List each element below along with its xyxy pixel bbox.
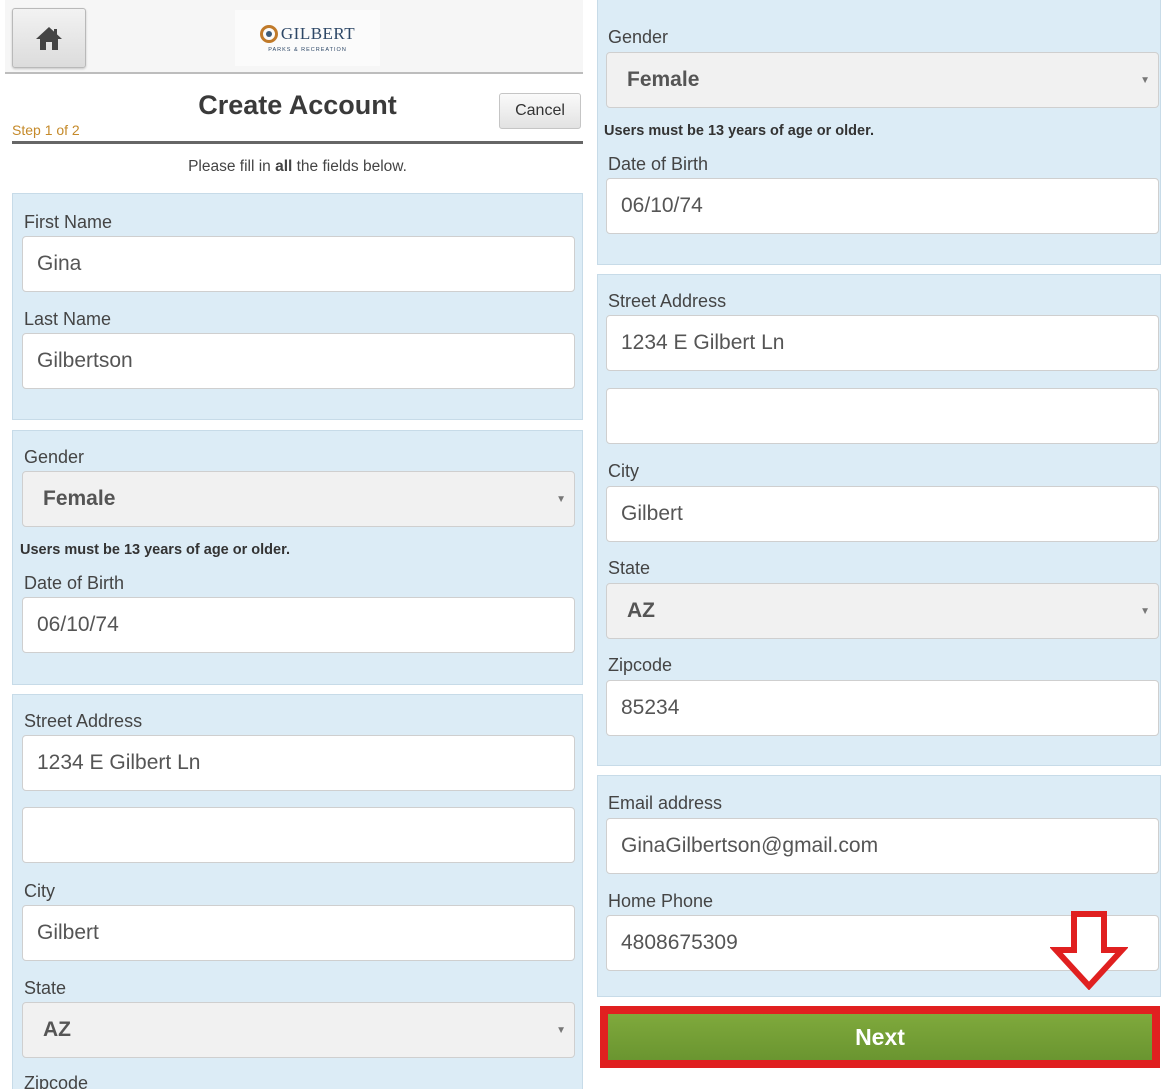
city-label: City [608, 461, 639, 481]
state-select[interactable]: AZ ▼ [22, 1002, 575, 1058]
age-requirement-note: Users must be 13 years of age or older. [20, 542, 290, 558]
street-address-input[interactable]: 1234 E Gilbert Ln [606, 315, 1159, 371]
state-selected-value: AZ [43, 1018, 71, 1041]
chevron-down-icon: ▼ [1140, 606, 1150, 617]
dob-input[interactable]: 06/10/74 [22, 597, 575, 653]
street-address-label: Street Address [608, 291, 727, 311]
gender-dob-section-scrolled: Gender Female ▼ Users must be 13 years o… [597, 0, 1161, 265]
city-input[interactable]: Gilbert [22, 905, 575, 961]
instructions-post: the fields below. [292, 158, 407, 175]
zipcode-label: Zipcode [608, 655, 673, 675]
email-label: Email address [608, 793, 723, 813]
chevron-down-icon: ▼ [556, 1025, 566, 1036]
left-screenshot-panel: GILBERT PARKS & RECREATION Create Accoun… [0, 0, 588, 1089]
city-input[interactable]: Gilbert [606, 486, 1159, 542]
city-label: City [24, 881, 55, 901]
address-section: Street Address 1234 E Gilbert Ln City Gi… [12, 694, 583, 1089]
dob-label: Date of Birth [608, 154, 709, 174]
dob-label: Date of Birth [24, 573, 125, 593]
cancel-button[interactable]: Cancel [499, 93, 581, 129]
age-requirement-note: Users must be 13 years of age or older. [604, 123, 874, 139]
chevron-down-icon: ▼ [1140, 75, 1150, 86]
page-title: Create Account [198, 90, 397, 120]
state-label: State [24, 978, 67, 998]
dob-input[interactable]: 06/10/74 [606, 178, 1159, 234]
address-section-scrolled: Street Address 1234 E Gilbert Ln City Gi… [597, 274, 1161, 766]
street-address-label: Street Address [24, 711, 143, 731]
home-phone-label: Home Phone [608, 891, 714, 911]
zipcode-input[interactable]: 85234 [606, 680, 1159, 736]
instructions-pre: Please fill in [188, 158, 276, 175]
street-address-line2-input[interactable] [606, 388, 1159, 444]
next-button[interactable]: Next [608, 1014, 1152, 1060]
state-selected-value: AZ [627, 599, 655, 622]
next-button-highlight: Next [600, 1006, 1160, 1068]
home-button[interactable] [12, 8, 86, 68]
step-indicator: Step 1 of 2 [12, 122, 80, 138]
instructions-text: Please fill in all the fields below. [0, 158, 588, 176]
last-name-label: Last Name [24, 309, 112, 329]
gilbert-logo: GILBERT PARKS & RECREATION [235, 10, 380, 66]
gender-select[interactable]: Female ▼ [606, 52, 1159, 108]
gender-selected-value: Female [627, 68, 700, 91]
email-input[interactable]: GinaGilbertson@gmail.com [606, 818, 1159, 874]
street-address-line2-input[interactable] [22, 807, 575, 863]
instructions-bold: all [275, 158, 293, 175]
gender-select[interactable]: Female ▼ [22, 471, 575, 527]
logo-text: GILBERT [280, 23, 356, 43]
first-name-label: First Name [24, 212, 113, 232]
street-address-input[interactable]: 1234 E Gilbert Ln [22, 735, 575, 791]
state-select[interactable]: AZ ▼ [606, 583, 1159, 639]
logo-subtitle: PARKS & RECREATION [268, 46, 347, 53]
gender-dob-section: Gender Female ▼ Users must be 13 years o… [12, 430, 583, 685]
down-arrow-icon [1050, 911, 1128, 990]
gender-label: Gender [608, 27, 669, 47]
name-section: First Name Gina Last Name Gilbertson [12, 193, 583, 420]
first-name-input[interactable]: Gina [22, 236, 575, 292]
last-name-input[interactable]: Gilbertson [22, 333, 575, 389]
state-label: State [608, 558, 651, 578]
home-icon [36, 27, 62, 50]
app-header: GILBERT PARKS & RECREATION [5, 0, 583, 74]
gender-selected-value: Female [43, 487, 116, 510]
zipcode-label: Zipcode [24, 1073, 89, 1089]
logo-mark-icon [259, 24, 278, 43]
chevron-down-icon: ▼ [556, 494, 566, 505]
gender-label: Gender [24, 447, 85, 467]
header-divider [12, 141, 583, 144]
